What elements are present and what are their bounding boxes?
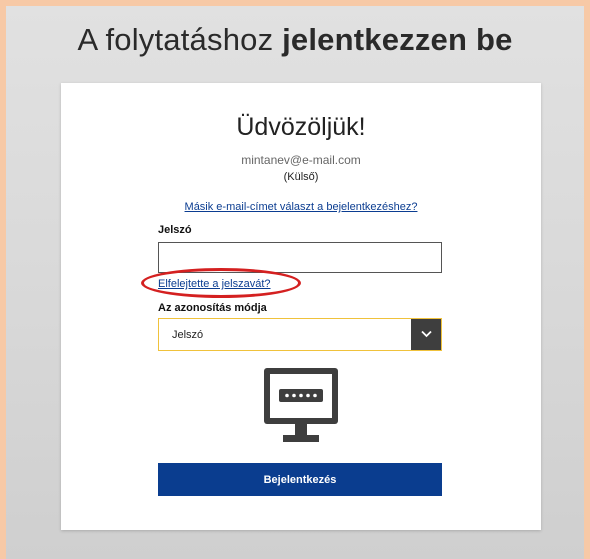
auth-method-label: Az azonosítás módja xyxy=(158,302,267,314)
other-email-link[interactable]: Másik e-mail-címet választ a bejelentkez… xyxy=(61,201,541,213)
login-card: Üdvözöljük! mintanev@e-mail.com (Külső) … xyxy=(61,83,541,530)
welcome-heading: Üdvözöljük! xyxy=(236,113,366,141)
page-title: A folytatáshoz jelentkezzen be xyxy=(0,22,590,58)
page-title-prefix: A folytatáshoz xyxy=(77,22,274,57)
account-type: (Külső) xyxy=(283,171,319,183)
page-title-bold: jelentkezzen be xyxy=(282,22,513,57)
forgot-password-link[interactable]: Elfelejtette a jelszavát? xyxy=(158,278,271,290)
chevron-down-icon xyxy=(421,330,432,338)
login-button[interactable]: Bejelentkezés xyxy=(158,463,442,496)
dropdown-toggle[interactable] xyxy=(411,319,441,350)
password-input[interactable] xyxy=(158,242,442,273)
password-label: Jelszó xyxy=(158,224,192,236)
password-monitor-icon xyxy=(264,368,338,442)
user-email: mintanev@e-mail.com xyxy=(241,153,361,167)
auth-method-select[interactable]: Jelszó xyxy=(158,318,442,351)
auth-method-value: Jelszó xyxy=(172,329,204,341)
